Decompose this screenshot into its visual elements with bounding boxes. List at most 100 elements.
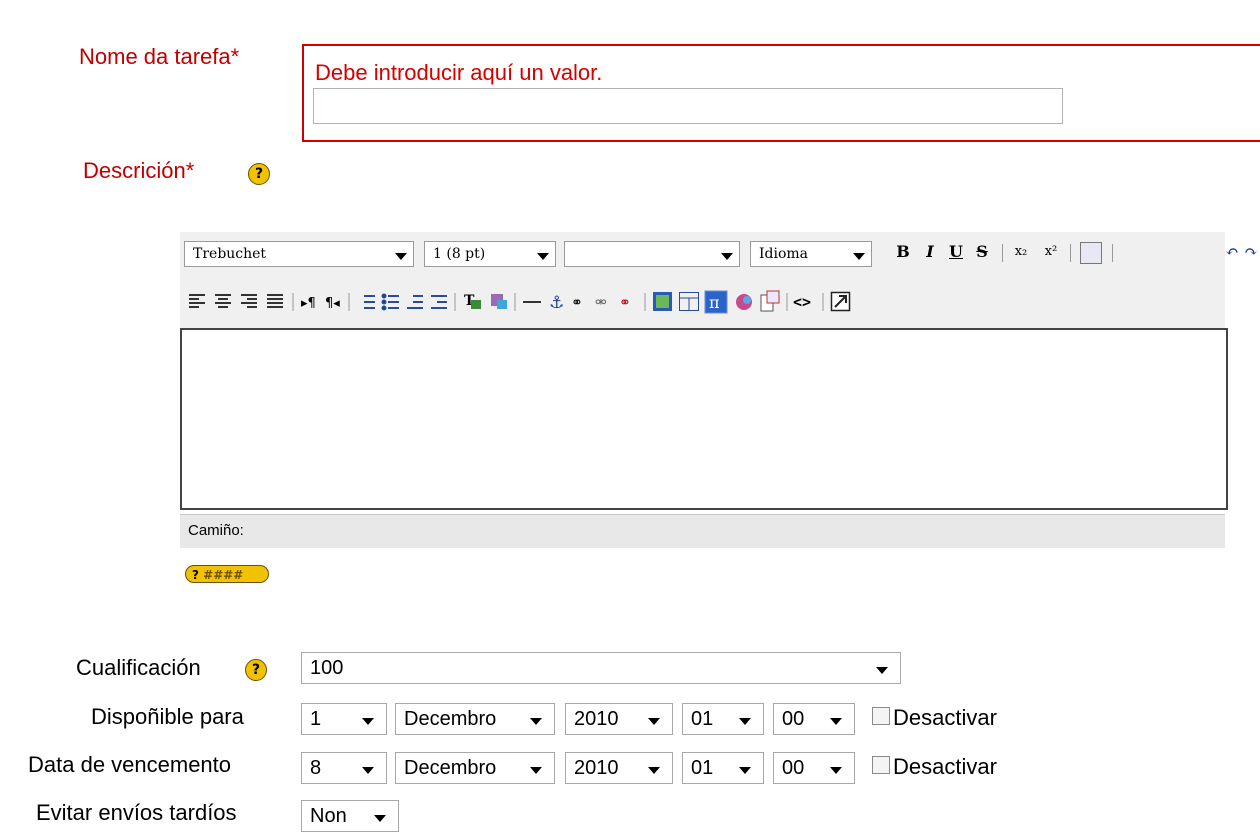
late-submission-value: Non — [310, 805, 347, 827]
align-left-icon[interactable] — [189, 294, 205, 308]
indent-icon[interactable] — [431, 295, 447, 309]
ltr-icon[interactable]: ▸¶ — [301, 296, 316, 311]
bg-color-icon[interactable] — [491, 294, 507, 309]
description-help-icon[interactable]: ? — [248, 163, 270, 185]
description-editor-area[interactable] — [180, 328, 1228, 510]
toolbar-separator — [1002, 244, 1003, 262]
align-center-icon[interactable] — [215, 294, 231, 308]
available-disable-label: Desactivar — [893, 705, 997, 730]
chevron-down-icon — [374, 815, 386, 822]
chevron-down-icon — [395, 253, 407, 260]
chevron-down-icon — [648, 718, 660, 725]
due-year-value: 2010 — [574, 757, 619, 779]
chevron-down-icon — [362, 718, 374, 725]
due-disable-checkbox[interactable] — [872, 756, 890, 774]
available-hour-value: 01 — [691, 708, 714, 730]
font-family-value: Trebuchet — [193, 246, 267, 262]
language-value: Idioma — [759, 246, 809, 262]
chevron-down-icon — [853, 253, 865, 260]
link-icon[interactable]: ⚭ — [571, 295, 583, 311]
chevron-down-icon — [876, 667, 888, 674]
editor-help-icon[interactable]: ? #### — [185, 565, 269, 583]
pi-icon[interactable]: π — [704, 290, 728, 314]
task-name-input[interactable] — [313, 88, 1063, 124]
late-submission-select[interactable]: Non — [301, 800, 399, 832]
search-replace-icon[interactable] — [760, 290, 780, 312]
available-month-select[interactable]: Decembro — [395, 703, 555, 735]
justify-icon[interactable] — [267, 294, 283, 308]
font-size-select[interactable]: 1 (8 pt) — [424, 241, 556, 267]
due-minute-select[interactable]: 00 — [773, 752, 855, 784]
due-day-value: 8 — [310, 757, 322, 779]
redo-icon[interactable]: ↷ — [1242, 240, 1260, 264]
strikethrough-button[interactable]: S — [972, 240, 992, 264]
due-day-select[interactable]: 8 — [301, 752, 387, 784]
chevron-down-icon — [739, 718, 751, 725]
chevron-down-icon — [830, 767, 842, 774]
chevron-down-icon — [721, 253, 733, 260]
italic-button[interactable]: I — [920, 240, 940, 264]
description-label: Descrición* — [83, 158, 195, 183]
undo-icon[interactable]: ↶ — [1222, 240, 1242, 264]
unlink-icon[interactable]: ⚮ — [595, 295, 607, 311]
toolbar-separator — [1112, 244, 1113, 262]
text-color-icon[interactable]: T — [464, 293, 481, 309]
nolink-icon[interactable]: ⚭ — [619, 295, 631, 311]
available-month-value: Decembro — [404, 708, 497, 730]
underline-button[interactable]: U — [946, 240, 966, 264]
available-hour-select[interactable]: 01 — [682, 703, 764, 735]
editor-path-label: Camiño: — [188, 522, 244, 539]
outdent-icon[interactable] — [407, 295, 423, 309]
chevron-down-icon — [830, 718, 842, 725]
grade-value: 100 — [310, 657, 344, 679]
html-source-icon[interactable]: <> — [793, 293, 811, 311]
fullscreen-icon[interactable] — [830, 291, 851, 312]
available-day-select[interactable]: 1 — [301, 703, 387, 735]
due-minute-value: 00 — [782, 757, 805, 779]
due-hour-value: 01 — [691, 757, 714, 779]
anchor-icon[interactable]: ⚓ — [549, 293, 564, 313]
ordered-list-icon[interactable] — [364, 295, 375, 309]
smiley-icon[interactable] — [736, 294, 752, 310]
bold-button[interactable]: B — [893, 240, 913, 264]
due-month-select[interactable]: Decembro — [395, 752, 555, 784]
superscript-button[interactable]: x² — [1040, 240, 1062, 264]
subscript-button[interactable]: x₂ — [1010, 240, 1032, 264]
chevron-down-icon — [530, 718, 542, 725]
available-year-value: 2010 — [574, 708, 619, 730]
table-icon[interactable] — [679, 292, 699, 312]
svg-text:π: π — [709, 293, 720, 312]
available-year-select[interactable]: 2010 — [565, 703, 673, 735]
available-disable-checkbox[interactable] — [872, 707, 890, 725]
align-right-icon[interactable] — [241, 294, 257, 308]
due-year-select[interactable]: 2010 — [565, 752, 673, 784]
due-label: Data de vencemento — [28, 752, 232, 777]
grade-select[interactable]: 100 — [301, 652, 901, 684]
task-name-label: Nome da tarefa* — [79, 44, 240, 69]
toolbar-separator — [1070, 244, 1071, 262]
font-family-select[interactable]: Trebuchet — [184, 241, 414, 267]
available-minute-value: 00 — [782, 708, 805, 730]
due-disable-label: Desactivar — [893, 754, 997, 779]
due-hour-select[interactable]: 01 — [682, 752, 764, 784]
grade-help-icon[interactable]: ? — [245, 659, 267, 681]
unordered-list-icon[interactable] — [381, 293, 400, 311]
image-icon[interactable] — [653, 292, 672, 311]
chevron-down-icon — [739, 767, 751, 774]
chevron-down-icon — [648, 767, 660, 774]
task-name-error-message: Debe introducir aquí un valor. — [315, 60, 603, 85]
toolbar-row-2-icons: ▸¶ ¶◂ T ⚓ ⚭ ⚮ ⚭ π <> — [189, 290, 851, 314]
available-label: Dispoñible para — [91, 704, 244, 729]
rtl-icon[interactable]: ¶◂ — [325, 296, 340, 311]
format-select[interactable] — [564, 241, 740, 267]
toolbar-row-2: ▸¶ ¶◂ T ⚓ ⚭ ⚮ ⚭ π <> — [187, 290, 1232, 314]
available-minute-select[interactable]: 00 — [773, 703, 855, 735]
grade-label: Cualificación — [76, 655, 201, 680]
paste-word-icon[interactable] — [1080, 242, 1102, 264]
late-submission-label: Evitar envíos tardíos — [36, 800, 237, 825]
font-size-value: 1 (8 pt) — [433, 246, 486, 262]
chevron-down-icon — [537, 253, 549, 260]
chevron-down-icon — [530, 767, 542, 774]
language-select[interactable]: Idioma — [750, 241, 872, 267]
available-day-value: 1 — [310, 708, 322, 730]
